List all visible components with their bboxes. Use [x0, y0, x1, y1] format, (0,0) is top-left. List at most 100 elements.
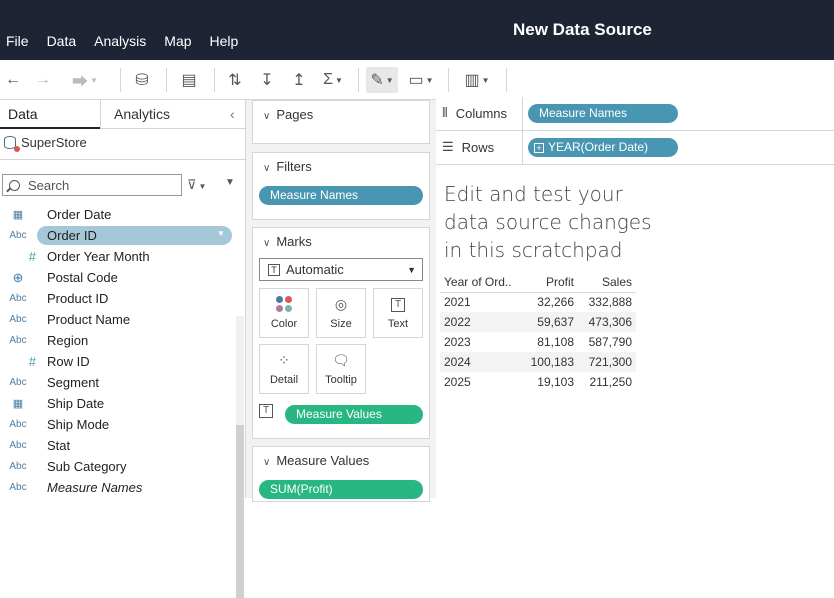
- cell-profit[interactable]: 32,266: [520, 292, 578, 312]
- table-row[interactable]: 2023 81,108 587,790: [440, 332, 636, 352]
- cell-profit[interactable]: 100,183: [520, 352, 578, 372]
- field-item[interactable]: Abc Product ID: [0, 288, 236, 309]
- filters-card[interactable]: ∨ Filters Measure Names: [252, 152, 430, 220]
- cell-sales[interactable]: 473,306: [578, 312, 636, 332]
- field-name: Segment: [47, 375, 100, 390]
- field-search[interactable]: [2, 174, 182, 196]
- cell-sales[interactable]: 721,300: [578, 352, 636, 372]
- sort-descending-icon[interactable]: ↥: [288, 67, 310, 93]
- title-bar: New Data Source File Data Analysis Map H…: [0, 0, 834, 60]
- field-item[interactable]: Abc Order ID ▼: [0, 225, 236, 246]
- pane-menu-icon[interactable]: ▼: [225, 177, 235, 188]
- tab-data[interactable]: Data: [8, 106, 38, 122]
- show-me-icon[interactable]: ▥ ▼: [458, 67, 496, 93]
- filter-fields-icon[interactable]: ⊽ ▼: [187, 177, 206, 193]
- measure-pill-sum-profit[interactable]: SUM(Profit): [259, 480, 423, 499]
- cell-sales[interactable]: 211,250: [578, 372, 636, 392]
- cell-year[interactable]: 2024: [440, 352, 520, 372]
- cell-profit[interactable]: 59,637: [520, 312, 578, 332]
- column-header-sales[interactable]: Sales: [578, 272, 636, 293]
- new-datasource-icon[interactable]: ⛁: [130, 67, 154, 93]
- tooltip-button[interactable]: 🗨 Tooltip: [316, 344, 366, 394]
- filter-pill-measure-names[interactable]: Measure Names: [259, 186, 423, 205]
- highlight-icon[interactable]: ✎ ▼: [366, 67, 398, 93]
- field-item[interactable]: ▦ Order Date: [0, 204, 236, 225]
- totals-icon[interactable]: Σ ▼: [318, 67, 348, 93]
- collapse-pane-icon[interactable]: ‹: [230, 106, 235, 122]
- chevron-down-icon[interactable]: ∨: [263, 163, 270, 174]
- menu-data[interactable]: Data: [47, 33, 77, 49]
- clear-sheet-icon[interactable]: ▤: [176, 67, 202, 93]
- table-row[interactable]: 2025 19,103 211,250: [440, 372, 636, 392]
- rows-pill-year-order-date[interactable]: + YEAR(Order Date): [528, 138, 678, 157]
- expand-icon[interactable]: +: [534, 143, 544, 153]
- tab-analytics[interactable]: Analytics: [114, 106, 170, 122]
- menu-file[interactable]: File: [6, 33, 29, 49]
- mark-type-select[interactable]: T Automatic ▼: [259, 258, 423, 281]
- menu-analysis[interactable]: Analysis: [94, 33, 146, 49]
- chevron-down-icon[interactable]: ∨: [263, 457, 270, 468]
- field-item[interactable]: Abc Measure Names: [0, 477, 236, 498]
- view-canvas[interactable]: Edit and test your data source changes i…: [436, 168, 834, 498]
- field-item[interactable]: # Order Year Month: [0, 246, 236, 267]
- field-item[interactable]: ⊕ Postal Code: [0, 267, 236, 288]
- field-name: Stat: [47, 438, 71, 453]
- mark-type-value: Automatic: [286, 262, 344, 277]
- pages-card[interactable]: ∨ Pages: [252, 100, 430, 144]
- field-item[interactable]: Abc Sub Category: [0, 456, 236, 477]
- scrollbar-thumb[interactable]: [236, 425, 244, 598]
- columns-pill-measure-names[interactable]: Measure Names: [528, 104, 678, 123]
- field-item[interactable]: Abc Segment: [0, 372, 236, 393]
- fit-icon[interactable]: ▭ ▼: [404, 67, 438, 93]
- text-button[interactable]: T Text: [373, 288, 423, 338]
- table-row[interactable]: 2024 100,183 721,300: [440, 352, 636, 372]
- redo-icon[interactable]: →: [32, 67, 54, 93]
- columns-shelf[interactable]: ⦀ Columns Measure Names: [436, 97, 834, 131]
- field-item[interactable]: Abc Product Name: [0, 309, 236, 330]
- search-input[interactable]: [28, 177, 168, 193]
- column-header-profit[interactable]: Profit: [520, 272, 578, 293]
- abc-icon: Abc: [9, 461, 27, 472]
- size-button[interactable]: ◎ Size: [316, 288, 366, 338]
- table-row[interactable]: 2021 32,266 332,888: [440, 292, 636, 312]
- datasource-item[interactable]: SuperStore: [4, 135, 87, 152]
- color-label: Color: [270, 318, 298, 330]
- cell-year[interactable]: 2023: [440, 332, 520, 352]
- field-name: Order ID: [47, 228, 97, 243]
- field-item[interactable]: ▦ Ship Date: [0, 393, 236, 414]
- chevron-down-icon[interactable]: ∨: [263, 111, 270, 122]
- menu-help[interactable]: Help: [210, 33, 239, 49]
- cell-year[interactable]: 2025: [440, 372, 520, 392]
- cell-sales[interactable]: 332,888: [578, 292, 636, 312]
- abc-icon: Abc: [9, 293, 27, 304]
- color-button[interactable]: Color: [259, 288, 309, 338]
- search-icon: [9, 179, 20, 191]
- detail-icon: ⁘: [278, 352, 290, 368]
- rows-shelf[interactable]: ☰ Rows + YEAR(Order Date): [436, 131, 834, 165]
- menu-map[interactable]: Map: [164, 33, 191, 49]
- shelves-column: ∨ Pages ∨ Filters Measure Names ∨ Marks T A…: [246, 100, 436, 502]
- column-header-year[interactable]: Year of Ord..: [440, 272, 520, 293]
- field-name: Order Date: [47, 207, 112, 222]
- table-row[interactable]: 2022 59,637 473,306: [440, 312, 636, 332]
- number-icon: #: [28, 249, 36, 264]
- field-item[interactable]: # Row ID: [0, 351, 236, 372]
- sort-ascending-icon[interactable]: ↧: [256, 67, 278, 93]
- crosstab-table[interactable]: Year of Ord.. Profit Sales 2021 32,266 332…: [440, 272, 636, 392]
- cell-profit[interactable]: 81,108: [520, 332, 578, 352]
- field-item[interactable]: Abc Region: [0, 330, 236, 351]
- chevron-down-icon[interactable]: ▼: [217, 229, 225, 238]
- field-item[interactable]: Abc Stat: [0, 435, 236, 456]
- cell-year[interactable]: 2022: [440, 312, 520, 332]
- field-item[interactable]: Abc Ship Mode: [0, 414, 236, 435]
- cell-sales[interactable]: 587,790: [578, 332, 636, 352]
- rows-pill-label: YEAR(Order Date): [548, 140, 649, 154]
- chevron-down-icon[interactable]: ∨: [263, 238, 270, 249]
- cell-year[interactable]: 2021: [440, 292, 520, 312]
- marks-pill-measure-values[interactable]: Measure Values: [285, 405, 423, 424]
- undo-icon[interactable]: ←: [2, 67, 24, 93]
- cell-profit[interactable]: 19,103: [520, 372, 578, 392]
- detail-button[interactable]: ⁘ Detail: [259, 344, 309, 394]
- replay-icon[interactable]: ⮕ ▼: [62, 67, 108, 93]
- swap-icon[interactable]: ⇅: [224, 67, 246, 93]
